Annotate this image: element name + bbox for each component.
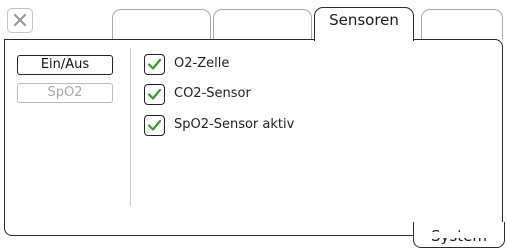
close-button[interactable] <box>7 8 33 33</box>
spo2-sensor-label: SpO2-Sensor aktiv <box>174 117 295 132</box>
tab-2[interactable] <box>213 9 312 39</box>
on-off-button[interactable]: Ein/Aus <box>17 55 113 75</box>
spo2-sensor-checkbox[interactable] <box>144 115 165 136</box>
checkmark-icon <box>147 58 162 70</box>
tab-sensoren[interactable]: Sensoren <box>314 7 414 41</box>
co2-sensor-label: CO2-Sensor <box>174 86 251 101</box>
o2-cell-label: O2-Zelle <box>174 56 230 71</box>
close-icon <box>14 14 26 26</box>
checkmark-icon <box>147 88 162 100</box>
vertical-divider <box>130 48 131 206</box>
spo2-button: SpO2 <box>17 83 113 103</box>
tab-1[interactable] <box>112 9 211 39</box>
checkmark-icon <box>147 119 162 131</box>
bottom-tab-join <box>414 232 504 238</box>
o2-cell-checkbox[interactable] <box>144 54 165 75</box>
co2-sensor-checkbox[interactable] <box>144 84 165 105</box>
tab-4[interactable] <box>421 9 503 39</box>
